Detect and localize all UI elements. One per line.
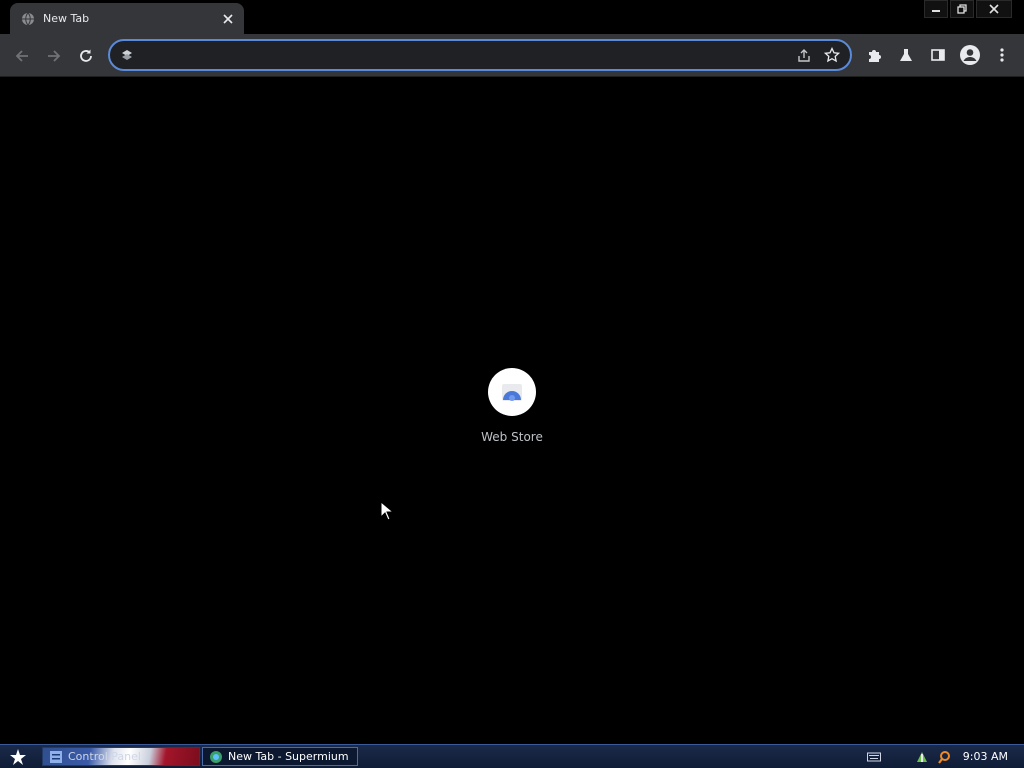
- side-panel-icon: [931, 49, 945, 61]
- tab-strip: New Tab: [0, 0, 1024, 34]
- tab-close-button[interactable]: [220, 11, 236, 27]
- labs-button[interactable]: [892, 41, 920, 69]
- profile-avatar-icon: [960, 45, 980, 65]
- share-button[interactable]: [790, 41, 818, 69]
- address-bar[interactable]: [108, 39, 852, 71]
- search-engine-icon: [120, 48, 134, 62]
- back-button[interactable]: [8, 42, 36, 70]
- new-tab-page: Web Store: [0, 77, 1024, 744]
- menu-button[interactable]: [988, 41, 1016, 69]
- kebab-menu-icon: [1000, 48, 1004, 62]
- puzzle-icon: [869, 50, 881, 62]
- taskbar-item-label: New Tab - Supermium: [228, 750, 349, 763]
- tab-title: New Tab: [43, 12, 90, 25]
- taskbar-item-new-tab[interactable]: New Tab - Supermium: [202, 747, 358, 766]
- taskbar-item-control-panel[interactable]: Control Panel: [42, 747, 200, 766]
- taskbar-item-label: Control Panel: [68, 750, 141, 763]
- profile-button[interactable]: [956, 41, 984, 69]
- window-controls: [924, 0, 1012, 18]
- forward-button[interactable]: [40, 42, 68, 70]
- control-panel-icon: [49, 750, 63, 764]
- address-input[interactable]: [140, 42, 790, 68]
- globe-icon: [21, 12, 35, 26]
- reload-icon: [80, 49, 92, 62]
- shortcut-web-store[interactable]: Web Store: [472, 368, 552, 444]
- start-button[interactable]: [4, 746, 32, 768]
- supermium-icon: [209, 750, 223, 764]
- mouse-pointer-icon: [380, 501, 394, 521]
- network-icon[interactable]: [913, 748, 931, 766]
- side-panel-button[interactable]: [924, 41, 952, 69]
- window-close-button[interactable]: [976, 0, 1012, 18]
- restore-icon: [957, 4, 967, 14]
- system-tray: 9:03 AM: [861, 745, 1024, 768]
- toolbar-actions: [860, 41, 1016, 69]
- reload-button[interactable]: [72, 42, 100, 70]
- close-icon: [989, 4, 999, 14]
- web-store-tile: [488, 368, 536, 416]
- share-icon: [798, 49, 810, 62]
- close-icon: [223, 13, 233, 24]
- arrow-left-icon: [15, 50, 28, 62]
- restore-button[interactable]: [950, 0, 974, 18]
- minimize-button[interactable]: [924, 0, 948, 18]
- keyboard-icon[interactable]: [865, 748, 883, 766]
- taskbar: Control Panel New Tab - Supermium 9:03 A…: [0, 744, 1024, 768]
- minimize-icon: [932, 10, 940, 12]
- search-icon[interactable]: [935, 748, 953, 766]
- star-icon: [824, 47, 840, 63]
- web-store-icon: [502, 384, 522, 401]
- arrow-right-icon: [48, 50, 61, 62]
- shortcut-label: Web Store: [481, 430, 543, 444]
- bookmark-button[interactable]: [818, 41, 846, 69]
- extensions-button[interactable]: [860, 41, 888, 69]
- taskbar-clock[interactable]: 9:03 AM: [963, 750, 1008, 763]
- tab-new-tab[interactable]: New Tab: [10, 3, 244, 34]
- star-start-icon: [10, 749, 26, 765]
- flask-icon: [900, 49, 912, 61]
- browser-toolbar: [0, 34, 1024, 77]
